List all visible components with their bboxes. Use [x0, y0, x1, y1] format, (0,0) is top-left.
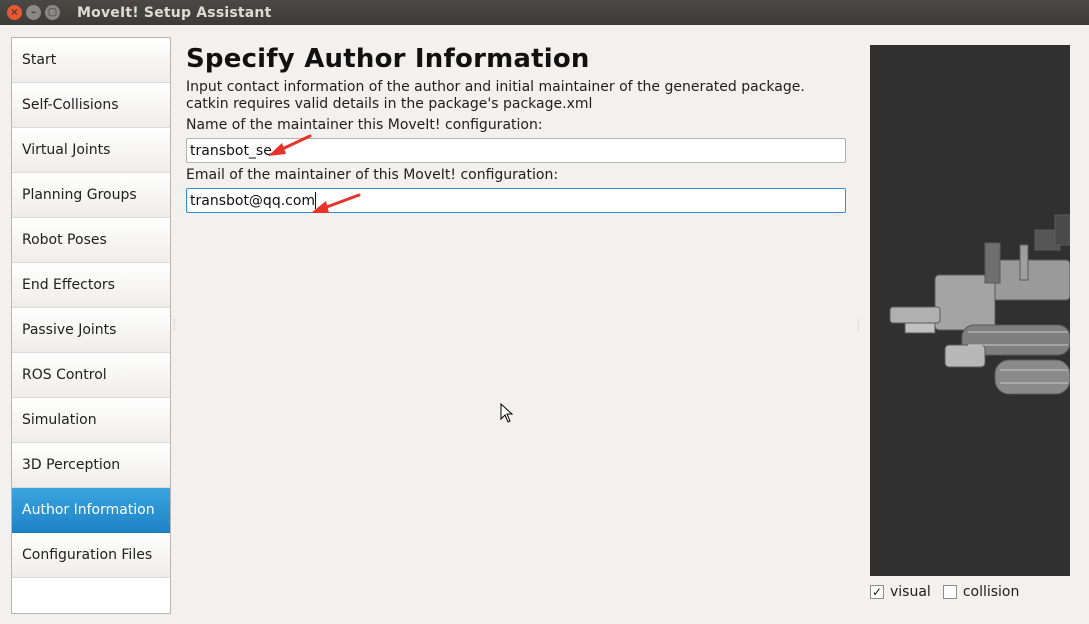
maximize-icon[interactable]: ▢	[45, 5, 60, 20]
maintainer-email-value: transbot@qq.com	[190, 192, 316, 209]
sidebar-item-robot-poses[interactable]: Robot Poses	[12, 218, 170, 263]
robot-model-icon	[889, 214, 1070, 395]
sidebar-item-3d-perception[interactable]: 3D Perception	[12, 443, 170, 488]
minimize-icon[interactable]: –	[26, 5, 41, 20]
collision-label: collision	[962, 584, 1020, 600]
maintainer-name-value: transbot_se	[190, 142, 272, 159]
maintainer-email-input[interactable]: transbot@qq.com	[186, 188, 846, 213]
annotation-arrow-icon	[268, 134, 312, 156]
page-description: Input contact information of the author …	[186, 79, 805, 112]
sidebar-item-simulation[interactable]: Simulation	[12, 398, 170, 443]
sidebar-item-passive-joints[interactable]: Passive Joints	[12, 308, 170, 353]
sidebar-item-planning-groups[interactable]: Planning Groups	[12, 173, 170, 218]
sidebar-item-configuration-files[interactable]: Configuration Files	[12, 533, 170, 578]
sidebar-item-virtual-joints[interactable]: Virtual Joints	[12, 128, 170, 173]
title-bar: × – ▢ MoveIt! Setup Assistant	[0, 0, 1089, 25]
sidebar-item-end-effectors[interactable]: End Effectors	[12, 263, 170, 308]
splitter-handle-right[interactable]: · · · ·	[857, 317, 860, 334]
page-title: Specify Author Information	[186, 44, 590, 74]
viewer-display-options: ✓ visual collision	[870, 584, 1019, 600]
sidebar-item-self-collisions[interactable]: Self-Collisions	[12, 83, 170, 128]
visual-checkbox[interactable]: ✓ visual	[870, 584, 931, 600]
sidebar-item-author-information[interactable]: Author Information	[12, 488, 170, 533]
name-field-label: Name of the maintainer this MoveIt! conf…	[186, 117, 543, 133]
window-title: MoveIt! Setup Assistant	[77, 4, 272, 21]
sidebar: Start Self-Collisions Virtual Joints Pla…	[11, 37, 171, 614]
author-info-panel: Specify Author Information Input contact…	[186, 42, 848, 213]
sidebar-item-start[interactable]: Start	[12, 38, 170, 83]
sidebar-item-ros-control[interactable]: ROS Control	[12, 353, 170, 398]
visual-label: visual	[890, 584, 931, 600]
email-field-label: Email of the maintainer of this MoveIt! …	[186, 167, 559, 183]
collision-checkbox[interactable]: collision	[942, 584, 1020, 600]
splitter-handle-left[interactable]: · · · ·	[173, 317, 176, 334]
robot-3d-viewer[interactable]	[870, 45, 1070, 576]
mouse-pointer-icon	[500, 403, 514, 423]
empty-checkbox-icon	[942, 585, 957, 599]
close-icon[interactable]: ×	[7, 5, 22, 20]
annotation-arrow-icon	[311, 193, 361, 213]
checkmark-icon: ✓	[870, 585, 884, 599]
